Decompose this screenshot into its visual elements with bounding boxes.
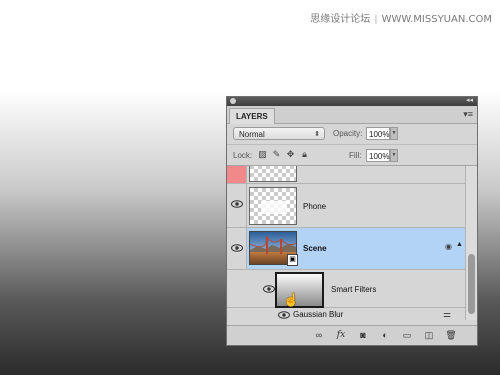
smart-filter-badge-icon[interactable]: ◉	[445, 242, 452, 251]
fill-dropdown-icon[interactable]: ▼	[390, 149, 398, 162]
layer-row-phone[interactable]: Phone	[227, 184, 467, 228]
smart-filter-mask-thumbnail: ☝	[275, 272, 324, 308]
layers-scrollbar[interactable]	[465, 166, 477, 320]
watermark-site-name: 思缘设计论坛	[310, 14, 371, 25]
link-icon[interactable]: ∞	[313, 329, 325, 341]
tab-layers[interactable]: LAYERS	[229, 108, 275, 124]
layer-thumbnail	[249, 187, 297, 225]
panel-tab-row: LAYERS ▾≡	[227, 106, 477, 124]
updown-arrow-icon: ⬍	[314, 131, 320, 138]
blend-row: Normal ⬍ Opacity: 100% ▼	[227, 124, 477, 145]
blend-mode-value: Normal	[239, 130, 265, 139]
eye-icon[interactable]	[278, 311, 290, 319]
watermark-url: WWW.MISSYUAN.COM	[381, 14, 492, 25]
close-icon[interactable]	[230, 98, 236, 104]
watermark: 思缘设计论坛 | WWW.MISSYUAN.COM	[310, 14, 492, 25]
lock-all-icon[interactable]: 🔒︎	[299, 149, 310, 160]
lock-label: Lock:	[233, 151, 253, 160]
smart-filters-label[interactable]: Smart Filters	[331, 285, 376, 294]
filter-options-icon[interactable]: ⚌	[443, 309, 451, 320]
fill-label: Fill:	[349, 151, 362, 160]
eye-icon	[231, 200, 243, 208]
expand-filters-icon[interactable]: ▲	[456, 241, 463, 248]
layer-name[interactable]: Scene	[303, 244, 327, 253]
new-layer-icon[interactable]: ◫	[423, 329, 435, 341]
layer-thumbnail	[249, 166, 297, 182]
layers-panel: ◂◂ LAYERS ▾≡ Normal ⬍ Opacity: 100% ▼ Lo…	[226, 96, 478, 346]
lock-paint-brush-icon[interactable]: ✎	[271, 149, 282, 160]
smart-object-icon: ▣	[287, 254, 298, 266]
filter-name[interactable]: Gaussian Blur	[293, 310, 343, 319]
mask-icon[interactable]: ◙	[357, 329, 369, 341]
layer-name[interactable]: Phone	[303, 202, 326, 211]
layer-row-smart-filters[interactable]: ☝ Smart Filters	[227, 270, 467, 308]
lock-transparent-icon[interactable]: ▨	[257, 149, 268, 160]
panel-bottom-toolbar: ∞ fx ◙ ◐ ▭ ◫ 🗑︎	[227, 325, 477, 345]
folder-icon[interactable]: ▭	[401, 329, 413, 341]
trash-icon[interactable]: 🗑︎	[445, 329, 457, 341]
eye-spacer	[227, 270, 247, 307]
collapse-icon[interactable]: ◂◂	[466, 97, 473, 105]
panel-menu-icon[interactable]: ▾≡	[463, 109, 473, 120]
panel-titlebar[interactable]: ◂◂	[227, 97, 477, 106]
opacity-label: Opacity:	[333, 129, 363, 138]
opacity-dropdown-icon[interactable]: ▼	[390, 127, 398, 140]
layer-row-gaussian-blur[interactable]: Gaussian Blur ⚌	[227, 308, 467, 320]
opacity-field[interactable]: 100%	[366, 127, 390, 140]
eye-icon[interactable]	[263, 285, 275, 293]
hand-cursor-icon: ☝	[283, 292, 300, 307]
visibility-toggle[interactable]	[227, 228, 247, 269]
layers-list: Phone ▣ Scene ◉ ▲ ☝ Smart Filters Gaussi…	[227, 166, 477, 320]
lock-move-icon[interactable]: ✥	[285, 149, 296, 160]
eye-icon	[231, 244, 243, 252]
color-label	[227, 166, 247, 183]
lock-row: Lock: ▨ ✎ ✥ 🔒︎ Fill: 100% ▼	[227, 145, 477, 166]
layer-row-scene[interactable]: ▣ Scene ◉ ▲	[227, 228, 467, 270]
fx-icon[interactable]: fx	[335, 329, 347, 341]
adjustment-icon[interactable]: ◐	[379, 329, 391, 341]
scrollbar-thumb[interactable]	[468, 254, 475, 314]
fill-field[interactable]: 100%	[366, 149, 390, 162]
blend-mode-select[interactable]: Normal ⬍	[233, 127, 325, 140]
visibility-toggle[interactable]	[227, 184, 247, 227]
layer-row[interactable]	[227, 166, 467, 184]
